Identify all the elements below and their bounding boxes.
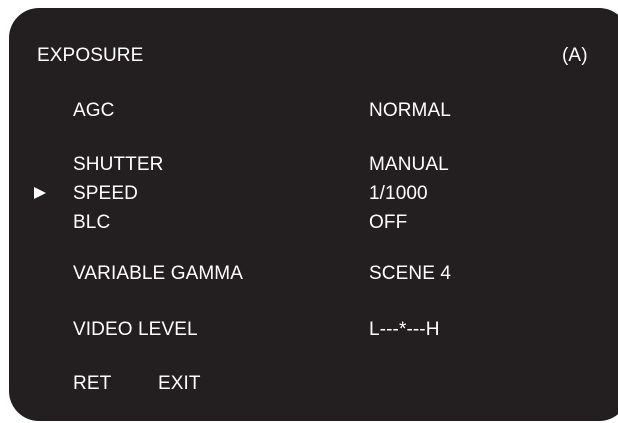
video-level-value: L---*---H	[369, 319, 440, 340]
menu-item-speed[interactable]: SPEED	[73, 183, 138, 204]
exposure-menu-panel: EXPOSURE (A) AGC NORMAL SHUTTER MANUAL S…	[9, 8, 618, 421]
menu-item-video-level[interactable]: VIDEO LEVEL	[73, 319, 198, 340]
menu-title: EXPOSURE	[37, 45, 144, 66]
right-triangle-icon	[34, 187, 46, 199]
exit-button[interactable]: EXIT	[158, 373, 201, 394]
ret-button[interactable]: RET	[73, 373, 111, 394]
menu-item-agc[interactable]: AGC	[73, 100, 114, 121]
menu-item-variable-gamma[interactable]: VARIABLE GAMMA	[73, 263, 243, 284]
mode-indicator: (A)	[562, 45, 588, 66]
menu-item-shutter[interactable]: SHUTTER	[73, 154, 163, 175]
shutter-value: MANUAL	[369, 154, 449, 175]
agc-value: NORMAL	[369, 100, 451, 121]
speed-value: 1/1000	[369, 183, 428, 204]
menu-item-blc[interactable]: BLC	[73, 212, 110, 233]
variable-gamma-value: SCENE 4	[369, 263, 452, 284]
blc-value: OFF	[369, 212, 408, 233]
